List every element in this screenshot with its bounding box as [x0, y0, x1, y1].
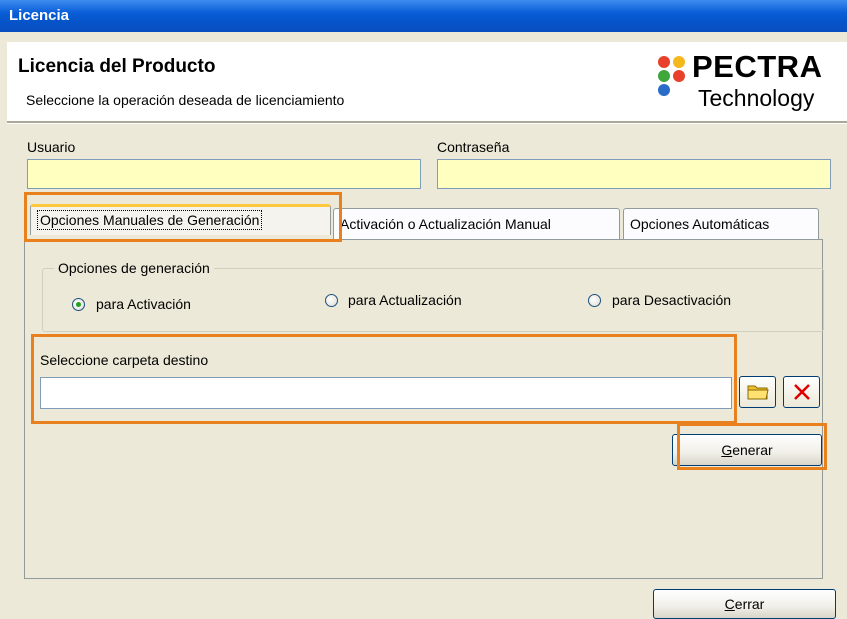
- generation-options-label: Opciones de generación: [54, 260, 214, 276]
- window-titlebar: Licencia: [0, 0, 847, 32]
- logo-text-pectra: PECTRA: [692, 49, 823, 84]
- close-label: errar: [734, 596, 765, 612]
- page-subtitle: Seleccione la operación deseada de licen…: [26, 92, 345, 108]
- radio-activation-label[interactable]: para Activación: [96, 296, 191, 312]
- tab-label: Activación o Actualización Manual: [340, 216, 551, 232]
- tab-label: Opciones Automáticas: [630, 216, 770, 232]
- tab-highlight: [24, 192, 342, 242]
- destination-highlight: [31, 334, 737, 424]
- generate-highlight: [677, 423, 827, 470]
- pectra-logo-icon: [658, 56, 685, 96]
- user-label: Usuario: [27, 139, 76, 155]
- radio-update-label[interactable]: para Actualización: [348, 292, 462, 308]
- window-title: Licencia: [9, 7, 70, 24]
- logo-text-technology: Technology: [698, 85, 815, 111]
- radio-activation[interactable]: [72, 298, 85, 311]
- page-title: Licencia del Producto: [18, 56, 216, 77]
- radio-deactivation-label[interactable]: para Desactivación: [612, 292, 731, 308]
- close-icon: [793, 384, 810, 400]
- close-button[interactable]: Cerrar: [653, 589, 836, 619]
- header-divider: [7, 121, 847, 124]
- password-input[interactable]: [437, 159, 831, 189]
- close-accesskey: C: [724, 596, 735, 612]
- clear-folder-button[interactable]: [783, 376, 820, 408]
- radio-deactivation[interactable]: [588, 294, 601, 307]
- browse-folder-button[interactable]: [739, 376, 776, 408]
- radio-update[interactable]: [325, 294, 338, 307]
- tab-manual-activation[interactable]: Activación o Actualización Manual: [333, 208, 620, 239]
- folder-icon: [747, 385, 769, 400]
- tab-automatic-options[interactable]: Opciones Automáticas: [623, 208, 819, 239]
- password-label: Contraseña: [437, 139, 510, 155]
- user-input[interactable]: [27, 159, 421, 189]
